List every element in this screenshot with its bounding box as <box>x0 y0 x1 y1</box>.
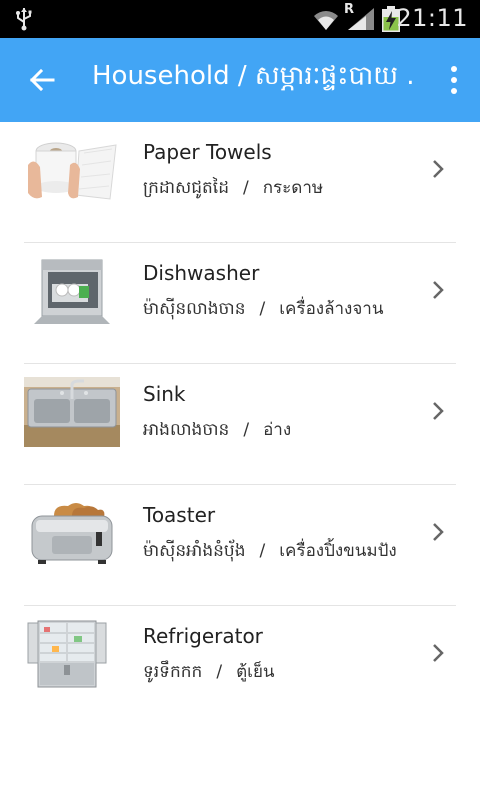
separator: / <box>243 420 250 440</box>
refrigerator-image <box>24 619 120 689</box>
wifi-icon <box>314 11 338 30</box>
list-item-dishwasher[interactable]: Dishwasher ម៉ាស៊ីនលាងចាន / เครื่องล้างจาน <box>24 243 456 364</box>
item-thai: อ่าง <box>263 420 292 440</box>
item-thai: กระดาษ <box>262 178 324 198</box>
dishwasher-image <box>24 256 120 326</box>
item-name: Toaster <box>143 503 216 527</box>
arrow-back-icon <box>29 68 55 92</box>
clock: 21:11 <box>396 4 468 32</box>
item-khmer: អាងលាងចាន <box>143 420 230 440</box>
app-bar: Household / សម្ភារៈផ្ទះបាយ . <box>0 38 480 122</box>
separator: / <box>243 178 249 198</box>
more-vert-icon <box>451 66 457 72</box>
more-vert-dot <box>451 77 457 83</box>
paper-towels-image <box>24 135 120 205</box>
signal-icon <box>348 8 374 30</box>
page-title: Household / សម្ភារៈផ្ទះបាយ . <box>92 61 415 91</box>
item-translations: ក្រដាសជូតដៃ / กระดาษ <box>143 174 323 202</box>
chevron-right-icon <box>433 644 444 662</box>
item-khmer: ម៉ាស៊ីនលាងចាន <box>143 299 246 319</box>
chevron-right-icon <box>433 523 444 541</box>
item-name: Paper Towels <box>143 140 272 164</box>
usb-icon <box>16 8 32 31</box>
item-list: Paper Towels ក្រដាសជូតដៃ / กระดาษ Dishwash… <box>24 122 456 727</box>
item-name: Refrigerator <box>143 624 263 648</box>
list-item-paper-towels[interactable]: Paper Towels ក្រដាសជូតដៃ / กระดาษ <box>24 122 456 243</box>
list-item-refrigerator[interactable]: Refrigerator ទូរទឹកកក / ตู้เย็น <box>24 606 456 727</box>
item-name: Dishwasher <box>143 261 260 285</box>
list-item-toaster[interactable]: Toaster ម៉ាស៊ីនអាំងនំបុ័ង / เครื่องปิ้งขนม… <box>24 485 456 606</box>
overflow-menu-button[interactable] <box>440 60 468 100</box>
item-translations: ទូរទឹកកក / ตู้เย็น <box>143 658 275 686</box>
item-khmer: ម៉ាស៊ីនអាំងនំបុ័ង <box>143 541 246 561</box>
separator: / <box>259 541 266 561</box>
item-thai: เครื่องปิ้งขนมปัง <box>279 541 397 561</box>
item-khmer: ទូរទឹកកក <box>143 662 203 682</box>
status-bar: R 21:11 <box>0 0 480 38</box>
chevron-right-icon <box>433 281 444 299</box>
list-item-sink[interactable]: Sink អាងលាងចាន / อ่าง <box>24 364 456 485</box>
chevron-right-icon <box>433 402 444 420</box>
item-khmer: ក្រដាសជូតដៃ <box>143 178 229 198</box>
item-translations: ម៉ាស៊ីនអាំងនំបុ័ង / เครื่องปิ้งขนมปัง <box>143 537 397 565</box>
back-button[interactable] <box>20 58 64 102</box>
separator: / <box>259 299 266 319</box>
sink-image <box>24 377 120 447</box>
separator: / <box>216 662 223 682</box>
item-translations: អាងលាងចាន / อ่าง <box>143 416 291 444</box>
item-name: Sink <box>143 382 186 406</box>
item-thai: เครื่องล้างจาน <box>279 299 384 319</box>
item-thai: ตู้เย็น <box>236 662 275 682</box>
chevron-right-icon <box>433 160 444 178</box>
item-translations: ម៉ាស៊ីនលាងចាន / เครื่องล้างจาน <box>143 295 383 323</box>
more-vert-dot <box>451 88 457 94</box>
toaster-image <box>24 498 120 568</box>
